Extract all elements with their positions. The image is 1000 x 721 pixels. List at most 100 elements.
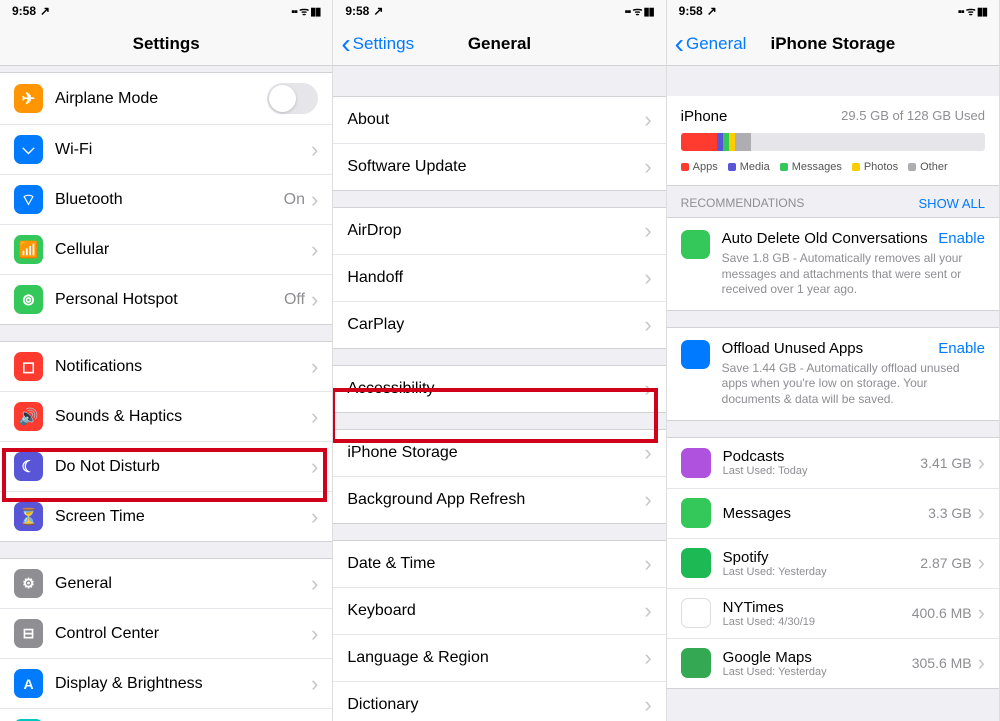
accessibility-row[interactable]: Accessibility	[333, 366, 665, 412]
chevron-right-icon	[644, 154, 651, 180]
row-label: Handoff	[347, 269, 644, 287]
sounds-row[interactable]: 🔊 Sounds & Haptics	[0, 391, 332, 441]
app-icon	[681, 598, 711, 628]
carplay-row[interactable]: CarPlay	[333, 301, 665, 348]
row-label: Control Center	[55, 625, 311, 643]
row-label: Keyboard	[347, 602, 644, 620]
bluetooth-value: On	[284, 191, 305, 209]
bluetooth-label: Bluetooth	[55, 191, 284, 209]
nav-title: Settings	[133, 34, 200, 54]
nytimes-row[interactable]: NYTimes Last Used: 4/30/19 400.6 MB	[667, 588, 999, 638]
row-label: Dictionary	[347, 696, 644, 714]
airdrop-row[interactable]: AirDrop	[333, 208, 665, 254]
chevron-right-icon	[311, 137, 318, 163]
hotspot-icon: ⊚	[14, 285, 43, 314]
nav-bar: Settings	[0, 22, 332, 66]
airplane-toggle[interactable]	[267, 83, 318, 114]
software-update-row[interactable]: Software Update	[333, 143, 665, 190]
handoff-row[interactable]: Handoff	[333, 254, 665, 301]
wifi-row[interactable]: ⌵ Wi-Fi	[0, 124, 332, 174]
nav-bar: General iPhone Storage	[667, 22, 999, 66]
row-label: About	[347, 111, 644, 129]
settings-screen: 9:58 ↗ ▪▪ ᯤ ▮▮ Settings ✈ Airplane Mode …	[0, 0, 333, 721]
nav-title: iPhone Storage	[770, 34, 895, 54]
wifi-label: Wi-Fi	[55, 141, 311, 159]
control-center-row[interactable]: ⊟ Control Center	[0, 608, 332, 658]
back-button[interactable]: General	[675, 30, 747, 58]
bluetooth-icon: ⌔	[14, 185, 43, 214]
dnd-icon: ☾	[14, 452, 43, 481]
wallpaper-row[interactable]: ❀ Wallpaper	[0, 708, 332, 721]
legend-label: Apps	[693, 161, 718, 173]
keyboard-row[interactable]: Keyboard	[333, 587, 665, 634]
chevron-right-icon	[311, 571, 318, 597]
podcasts-row[interactable]: Podcasts Last Used: Today 3.41 GB	[667, 438, 999, 488]
row-label: Software Update	[347, 158, 644, 176]
background-app-refresh-row[interactable]: Background App Refresh	[333, 476, 665, 523]
row-icon: A	[14, 669, 43, 698]
enable-button[interactable]: Enable	[938, 230, 985, 247]
spotify-row[interactable]: Spotify Last Used: Yesterday 2.87 GB	[667, 538, 999, 588]
app-icon	[681, 648, 711, 678]
chevron-right-icon	[978, 650, 985, 676]
screentime-label: Screen Time	[55, 508, 311, 526]
reco-offload[interactable]: Offload Unused Apps Enable Save 1.44 GB …	[667, 327, 999, 421]
notifications-icon: ◻	[14, 352, 43, 381]
bluetooth-row[interactable]: ⌔ Bluetooth On	[0, 174, 332, 224]
show-all-button[interactable]: SHOW ALL	[919, 196, 985, 211]
legend-dot	[852, 163, 860, 171]
reco-header: RECOMMENDATIONS SHOW ALL	[667, 186, 999, 217]
chevron-right-icon	[311, 354, 318, 380]
back-label: Settings	[353, 34, 414, 54]
row-label: Date & Time	[347, 555, 644, 573]
date-time-row[interactable]: Date & Time	[333, 541, 665, 587]
row-label: iPhone Storage	[347, 444, 644, 462]
legend-item: Apps	[681, 161, 718, 173]
reco-desc: Save 1.44 GB - Automatically offload unu…	[722, 361, 985, 408]
airplane-mode-row[interactable]: ✈ Airplane Mode	[0, 73, 332, 124]
chevron-right-icon	[644, 487, 651, 513]
storage-used: 29.5 GB of 128 GB Used	[841, 108, 985, 125]
airplane-icon: ✈	[14, 84, 43, 113]
app-name: Messages	[723, 505, 928, 522]
iphone-storage-row[interactable]: iPhone Storage	[333, 430, 665, 476]
location-icon: ↗	[707, 4, 717, 18]
language-region-row[interactable]: Language & Region	[333, 634, 665, 681]
notification-section: ◻ Notifications 🔊 Sounds & Haptics ☾ Do …	[0, 341, 332, 542]
chevron-right-icon	[311, 404, 318, 430]
status-icons: ▪▪ ᯤ ▮▮	[625, 4, 654, 19]
about-row[interactable]: About	[333, 97, 665, 143]
status-bar: 9:58 ↗ ▪▪ ᯤ ▮▮	[0, 0, 332, 22]
screentime-row[interactable]: ⏳ Screen Time	[0, 491, 332, 541]
enable-button[interactable]: Enable	[938, 340, 985, 357]
chevron-right-icon	[644, 645, 651, 671]
dnd-row[interactable]: ☾ Do Not Disturb	[0, 441, 332, 491]
cellular-row[interactable]: 📶 Cellular	[0, 224, 332, 274]
messages-row[interactable]: Messages 3.3 GB	[667, 488, 999, 538]
notifications-row[interactable]: ◻ Notifications	[0, 342, 332, 391]
storage-legend: AppsMediaMessagesPhotosOther	[681, 161, 985, 173]
google-maps-row[interactable]: Google Maps Last Used: Yesterday 305.6 M…	[667, 638, 999, 688]
storage-screen: 9:58 ↗ ▪▪ ᯤ ▮▮ General iPhone Storage iP…	[667, 0, 1000, 721]
general-row[interactable]: ⚙ General	[0, 559, 332, 608]
reco-autodelete[interactable]: Auto Delete Old Conversations Enable Sav…	[667, 217, 999, 311]
display-brightness-row[interactable]: A Display & Brightness	[0, 658, 332, 708]
hotspot-row[interactable]: ⊚ Personal Hotspot Off	[0, 274, 332, 324]
cellular-label: Cellular	[55, 241, 311, 259]
legend-dot	[908, 163, 916, 171]
app-size: 2.87 GB	[920, 555, 971, 571]
device-name: iPhone	[681, 108, 728, 125]
screentime-icon: ⏳	[14, 502, 43, 531]
nav-bar: Settings General	[333, 22, 665, 66]
legend-dot	[681, 163, 689, 171]
general-screen: 9:58 ↗ ▪▪ ᯤ ▮▮ Settings General AboutSof…	[333, 0, 666, 721]
back-button[interactable]: Settings	[341, 30, 414, 58]
wifi-icon: ⌵	[14, 135, 43, 164]
app-name: Podcasts	[723, 448, 921, 465]
location-icon: ↗	[40, 4, 50, 18]
dictionary-row[interactable]: Dictionary	[333, 681, 665, 721]
app-last-used: Last Used: Today	[723, 465, 921, 477]
legend-label: Other	[920, 161, 948, 173]
sounds-icon: 🔊	[14, 402, 43, 431]
row-label: General	[55, 575, 311, 593]
